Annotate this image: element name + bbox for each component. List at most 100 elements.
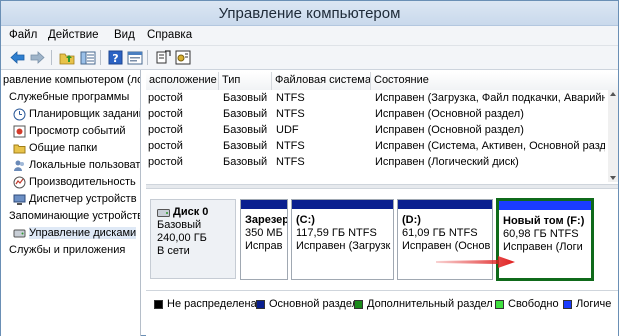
performance-icon	[13, 176, 26, 188]
disk-drive-icon	[157, 208, 170, 217]
legend-label: Не распределена	[167, 298, 257, 310]
table-row[interactable]: ростой Базовый NTFS Исправен (Основной р…	[146, 107, 606, 123]
partition-bar	[292, 200, 393, 209]
legend-swatch	[563, 299, 572, 309]
cell-type: Базовый	[223, 124, 268, 136]
tree-item-label: Общие папки	[29, 142, 98, 154]
menu-file[interactable]: Файл	[9, 29, 37, 41]
legend-swatch	[256, 299, 265, 309]
partition-bar	[398, 200, 492, 209]
cell-status: Исправен (Система, Активен, Основной раз…	[375, 140, 605, 152]
properties-icon[interactable]	[126, 49, 143, 66]
cell-type: Базовый	[223, 108, 268, 120]
cell-type: Базовый	[223, 140, 268, 152]
volume-list-scrollbar[interactable]	[608, 90, 618, 182]
tree-item-task-scheduler[interactable]: Планировщик заданий	[13, 106, 140, 122]
window-title: Управление компьютером	[218, 5, 401, 22]
legend-swatch	[154, 299, 163, 309]
forward-arrow-icon[interactable]	[29, 49, 46, 66]
folder-icon	[13, 144, 26, 153]
toolbar: ?	[1, 46, 618, 70]
cell-filesystem: NTFS	[276, 108, 305, 120]
legend-logical: Логиче	[563, 298, 611, 310]
tree-item-disk-management[interactable]: Управление дисками	[13, 225, 137, 241]
partition-name: Зарезер	[245, 214, 288, 226]
partition-status: Исправен (Основ	[402, 240, 491, 252]
disk-name: Диск 0	[173, 206, 209, 218]
table-row[interactable]: ростой Базовый NTFS Исправен (Логический…	[146, 155, 606, 171]
column-type[interactable]: Тип	[219, 72, 272, 90]
cell-filesystem: UDF	[276, 124, 299, 136]
back-arrow-icon[interactable]	[9, 49, 26, 66]
tree-item-shared-folders[interactable]: Общие папки	[13, 140, 97, 156]
cell-status: Исправен (Логический диск)	[375, 156, 519, 168]
partition-name: (D:)	[402, 214, 421, 226]
computer-management-window: Управление компьютером Файл Действие Вид…	[0, 0, 619, 336]
partition-reserved[interactable]: Зарезер 350 МБ Исправ	[240, 199, 288, 280]
partition-legend: Не распределена Основной раздел Дополнит…	[146, 290, 618, 314]
cell-layout: ростой	[148, 140, 183, 152]
tree-item-label: равление компьютером (ло	[3, 74, 141, 86]
cell-filesystem: NTFS	[276, 92, 305, 104]
cell-filesystem: NTFS	[276, 140, 305, 152]
legend-label: Свободно	[508, 298, 559, 310]
legend-primary: Основной раздел	[256, 298, 358, 310]
disk-icon	[13, 229, 26, 237]
legend-label: Основной раздел	[269, 298, 358, 310]
cell-layout: ростой	[148, 108, 183, 120]
connect-icon[interactable]	[154, 49, 171, 66]
tree-item-storage[interactable]: Запоминающие устройств	[9, 208, 140, 224]
menu-view[interactable]: Вид	[114, 29, 135, 41]
column-filesystem[interactable]: Файловая система	[272, 72, 371, 90]
tree-item-performance[interactable]: Производительность	[13, 174, 136, 190]
partition-name: (C:)	[296, 214, 315, 226]
partition-c[interactable]: (C:) 117,59 ГБ NTFS Исправен (Загрузк	[291, 199, 394, 280]
svg-text:?: ?	[112, 52, 118, 65]
partition-bar	[499, 201, 591, 210]
disk-0-label[interactable]: Диск 0 Базовый 240,00 ГБ В сети	[150, 199, 236, 279]
cell-layout: ростой	[148, 92, 183, 104]
tree-item-device-manager[interactable]: Диспетчер устройств	[13, 191, 137, 207]
table-row[interactable]: ростой Базовый NTFS Исправен (Загрузка, …	[146, 91, 606, 107]
disk-type: Базовый	[157, 219, 202, 231]
disk-status: В сети	[157, 245, 190, 257]
tree-item-computer-management[interactable]: равление компьютером (ло	[3, 72, 141, 88]
legend-label: Логиче	[576, 298, 612, 310]
legend-free: Свободно	[495, 298, 559, 310]
cell-status: Исправен (Загрузка, Файл подкачки, Авари…	[375, 92, 605, 104]
tree-item-event-viewer[interactable]: Просмотр событий	[13, 123, 126, 139]
tree-item-label: Локальные пользовате	[29, 159, 141, 171]
cell-filesystem: NTFS	[276, 156, 305, 168]
device-manager-icon	[13, 194, 26, 205]
table-row[interactable]: ростой Базовый NTFS Исправен (Система, А…	[146, 139, 606, 155]
table-row[interactable]: ростой Базовый UDF Исправен (Основной ра…	[146, 123, 606, 139]
column-status[interactable]: Состояние	[371, 72, 618, 90]
tree-item-local-users[interactable]: Локальные пользовате	[13, 157, 141, 173]
settings-icon[interactable]	[174, 49, 191, 66]
cell-status: Исправен (Основной раздел)	[375, 108, 524, 120]
partition-size: 60,98 ГБ NTFS	[503, 228, 579, 240]
partition-status: Исправ	[245, 240, 283, 252]
tree-item-label: Службы и приложения	[9, 244, 126, 256]
cell-type: Базовый	[223, 156, 268, 168]
cell-layout: ростой	[148, 156, 183, 168]
partition-size: 350 МБ	[245, 227, 283, 239]
column-layout[interactable]: асположение	[146, 72, 219, 90]
cell-status: Исправен (Основной раздел)	[375, 124, 524, 136]
legend-unallocated: Не распределена	[154, 298, 257, 310]
cell-layout: ростой	[148, 124, 183, 136]
tree-item-system-tools[interactable]: Служебные программы	[9, 89, 129, 105]
clock-icon	[13, 108, 26, 120]
folder-up-icon[interactable]	[58, 49, 75, 66]
legend-swatch	[495, 299, 504, 309]
partition-size: 61,09 ГБ NTFS	[402, 227, 478, 239]
users-icon	[14, 160, 24, 171]
show-tree-icon[interactable]	[79, 49, 96, 66]
disk-graphical-view: Диск 0 Базовый 240,00 ГБ В сети Зарезер …	[146, 189, 618, 288]
help-icon[interactable]: ?	[107, 49, 124, 66]
menu-action[interactable]: Действие	[48, 29, 99, 41]
menu-help[interactable]: Справка	[147, 29, 192, 41]
tree-item-services-apps[interactable]: Службы и приложения	[9, 242, 125, 258]
red-arrow-annotation-icon	[436, 256, 515, 268]
partition-status: Исправен (Логи	[503, 241, 583, 253]
